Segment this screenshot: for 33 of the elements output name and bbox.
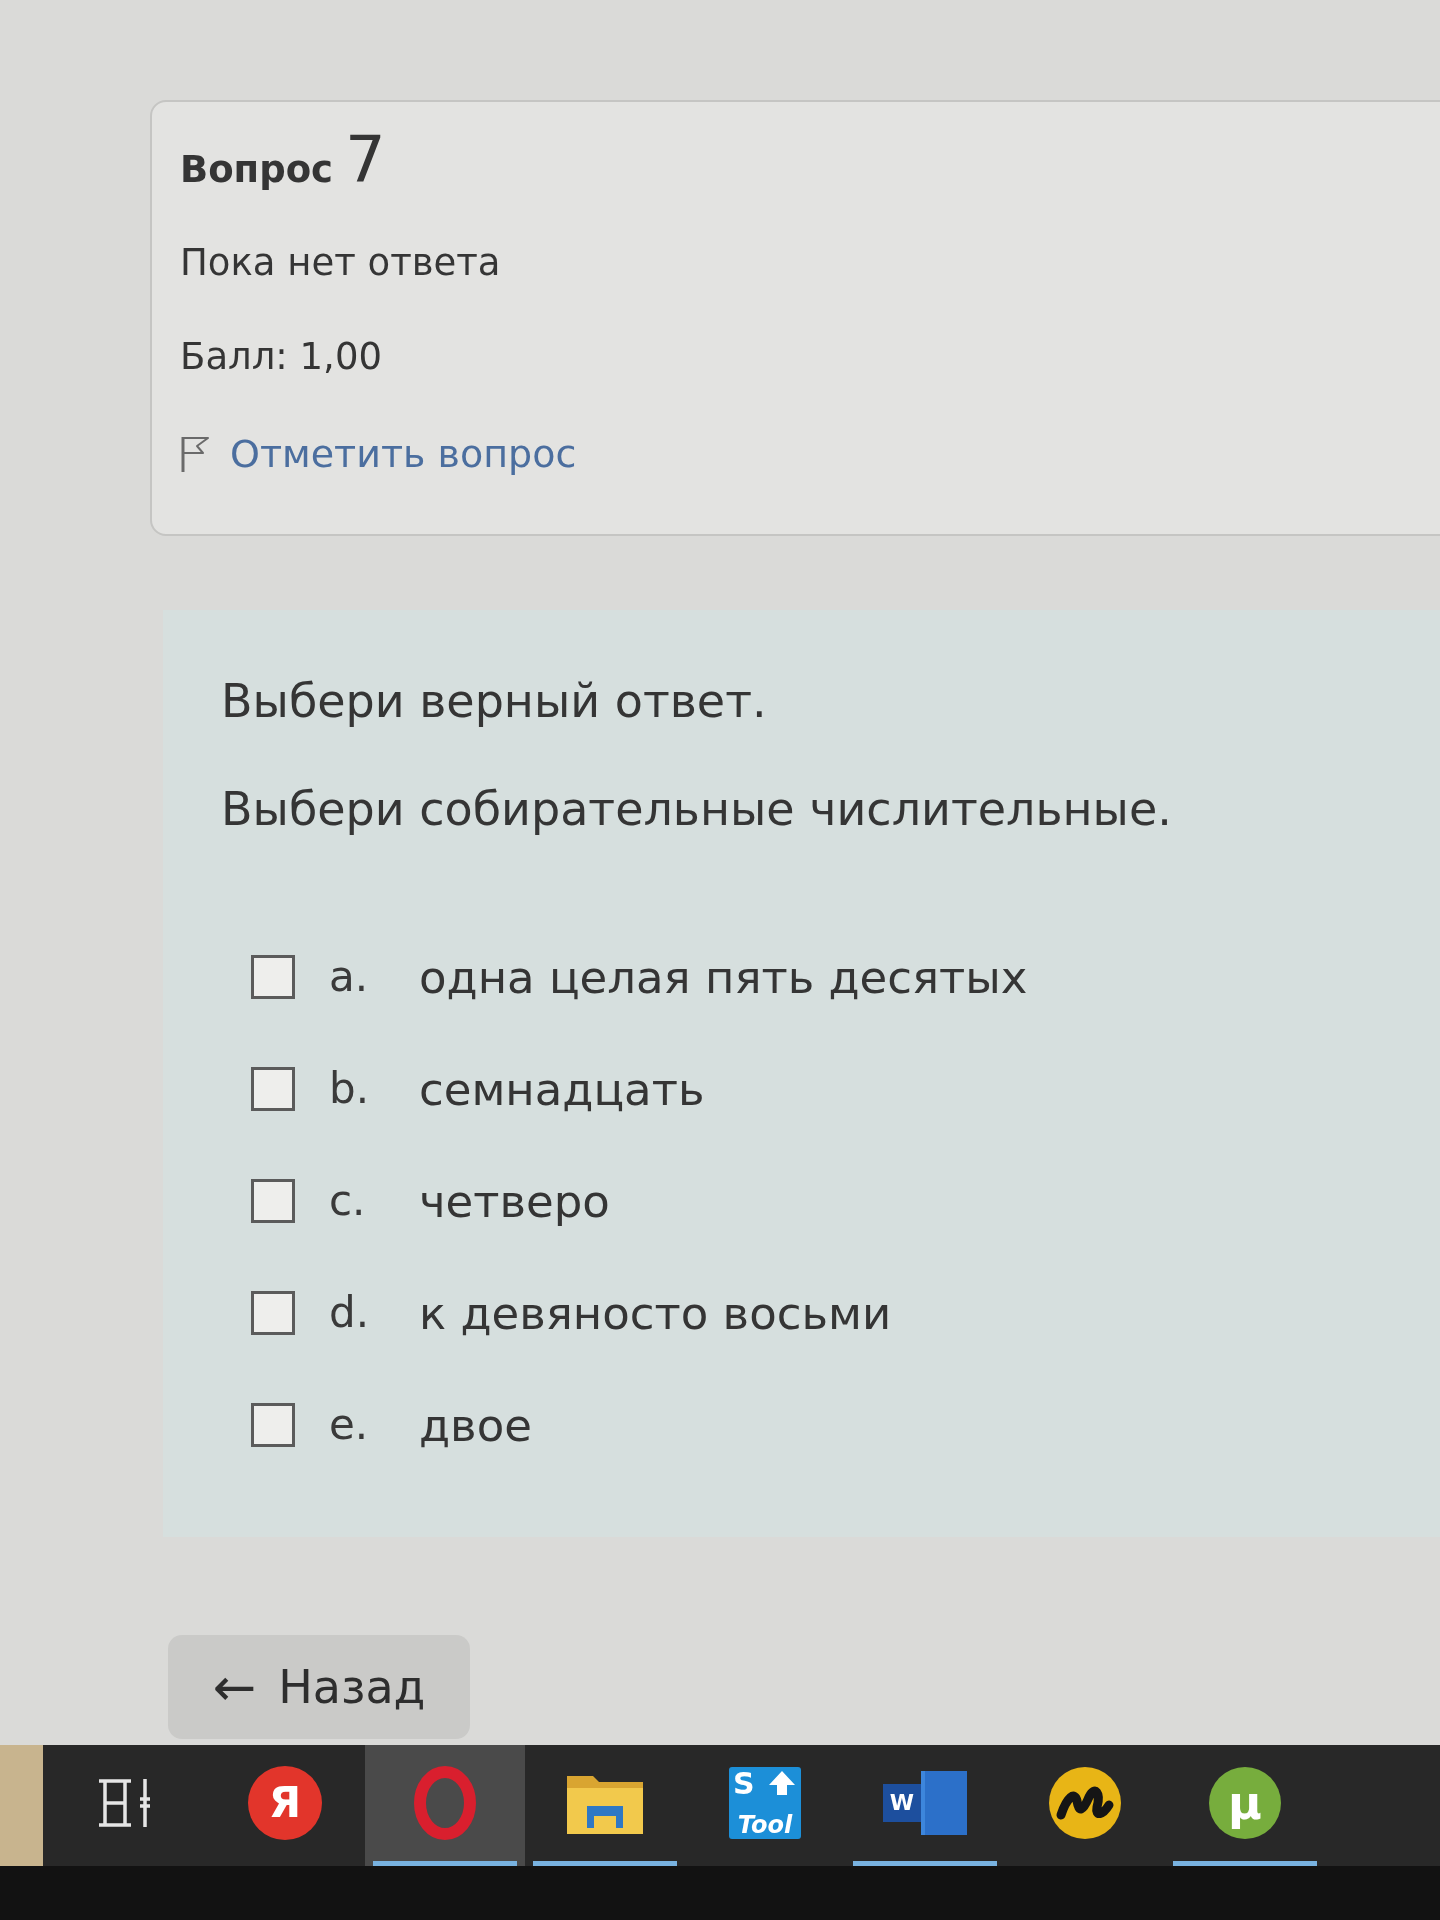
back-button[interactable]: ← Назад [168,1635,470,1739]
checkbox[interactable] [251,955,295,999]
question-label: Вопрос [180,151,334,188]
question-mark: Балл: 1,00 [180,337,382,375]
flag-icon[interactable] [180,435,210,473]
option-text[interactable]: одна целая пять десятых [419,954,1028,1000]
checkbox[interactable] [251,1403,295,1447]
question-number: 7 [345,128,386,192]
option-text[interactable]: двое [419,1402,532,1448]
option-letter: b. [329,1068,370,1110]
option-letter: a. [329,956,370,998]
checkbox[interactable] [251,1179,295,1223]
taskbar-button[interactable]: S Tool [685,1745,845,1866]
squiggle-disc-icon [1049,1767,1121,1839]
taskbar-button[interactable]: Я [205,1745,365,1866]
flag-question-link[interactable]: Отметить вопрос [230,435,577,473]
option-text[interactable]: семнадцать [419,1066,705,1112]
logo-icon: Я [248,1766,322,1840]
option-letter: e. [329,1404,370,1446]
tool-logo-icon: S Tool [729,1767,801,1839]
instruction-text: Выбери верный ответ. [221,674,768,728]
question-prompt: Выбери собирательные числительные. [221,782,1173,836]
option-text[interactable]: четверо [419,1178,610,1224]
option-letter: d. [329,1292,370,1334]
task-view-icon [97,1777,153,1829]
option-letter: c. [329,1180,367,1222]
checkbox[interactable] [251,1067,295,1111]
option-text[interactable]: к девяносто восьми [419,1290,892,1336]
answer-status: Пока нет ответа [180,243,501,281]
logo-icon: µ [1209,1767,1281,1839]
checkbox[interactable] [251,1291,295,1335]
taskbar-button[interactable]: W [845,1745,1005,1866]
ring-logo-icon [414,1766,476,1840]
